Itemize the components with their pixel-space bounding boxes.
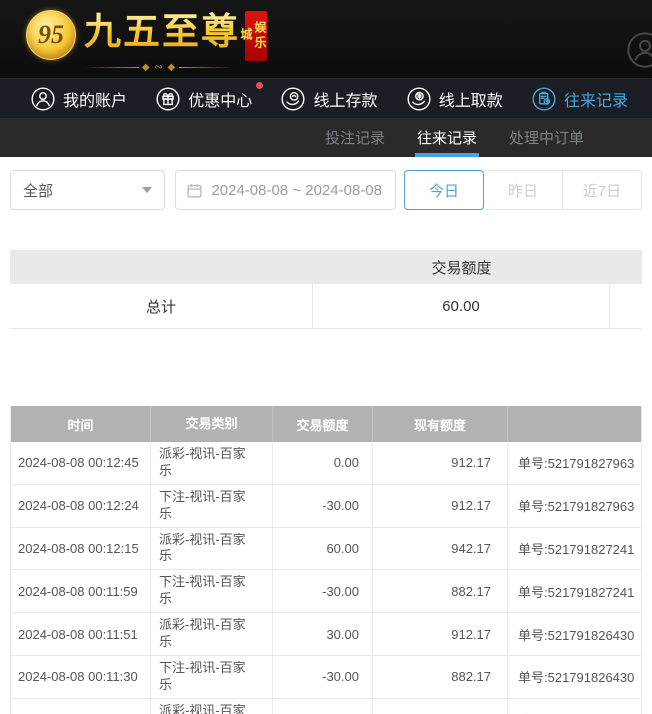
nav-item-label: 优惠中心	[188, 87, 252, 111]
logo-monogram: 95	[38, 20, 64, 50]
record-icon	[531, 86, 557, 112]
cell-type: 派彩-视讯-百家乐	[151, 528, 273, 570]
tab-0[interactable]: 投注记录	[325, 118, 385, 157]
cell-order: 单号:521791827963	[508, 485, 641, 527]
cell-balance: 942.17	[373, 528, 508, 570]
cell-amount: 30.00	[273, 613, 373, 655]
cell-balance: 912.17	[373, 442, 508, 484]
cell-type: 派彩-视讯-百家乐	[151, 442, 273, 484]
cell-order: 单号:521791827963	[508, 442, 641, 484]
nav-item-user[interactable]: 我的账户	[30, 86, 127, 112]
cell-time: 2024-08-08 00:12:24	[11, 485, 151, 527]
summary-header-row: 交易额度	[10, 250, 642, 284]
site-header: 95 九五至尊 娱乐城 ◆ ∾ ◆	[0, 0, 652, 78]
cell-balance: 912.17	[373, 699, 508, 714]
nav-item-label: 线上存款	[313, 87, 377, 111]
range-button-0[interactable]: 今日	[404, 170, 484, 210]
table-row: 2024-08-08 00:11:21派彩-视讯-百家乐60.00912.17单…	[11, 699, 641, 714]
cell-balance: 882.17	[373, 570, 508, 612]
summary-header-label: 交易额度	[313, 257, 610, 278]
logo-flourish: ◆ ∾ ◆	[84, 62, 234, 73]
column-header-0: 时间	[11, 406, 151, 442]
date-range-value: 2024-08-08 ~ 2024-08-08	[211, 182, 382, 199]
cell-order: 单号:521791827241	[508, 570, 641, 612]
cell-balance: 912.17	[373, 485, 508, 527]
cell-amount: -30.00	[273, 485, 373, 527]
nav-item-label: 往来记录	[564, 87, 628, 111]
filter-row: 全部 2024-08-08 ~ 2024-08-08 今日昨日近7日	[10, 170, 642, 210]
cell-time: 2024-08-08 00:11:59	[11, 570, 151, 612]
summary-total-row: 总计 60.00	[10, 284, 642, 329]
table-row: 2024-08-08 00:12:24下注-视讯-百家乐-30.00912.17…	[11, 485, 641, 528]
cell-order: 单号:521791826430	[508, 613, 641, 655]
content-area: 全部 2024-08-08 ~ 2024-08-08 今日昨日近7日 交易额度 …	[0, 170, 652, 714]
cell-time: 2024-08-08 00:12:45	[11, 442, 151, 484]
site-logo[interactable]: 95 九五至尊 娱乐城 ◆ ∾ ◆	[26, 6, 267, 73]
transactions-body: 2024-08-08 00:12:45派彩-视讯-百家乐0.00912.17单号…	[11, 442, 641, 714]
range-button-1[interactable]: 昨日	[483, 170, 563, 210]
cell-balance: 912.17	[373, 613, 508, 655]
quick-range-group: 今日昨日近7日	[404, 170, 642, 210]
cell-amount: -30.00	[273, 570, 373, 612]
table-row: 2024-08-08 00:11:30下注-视讯-百家乐-30.00882.17…	[11, 656, 641, 699]
gift-icon	[155, 86, 181, 112]
transactions-table: 时间交易类别交易额度现有额度 2024-08-08 00:12:45派彩-视讯-…	[10, 406, 642, 714]
cell-type: 派彩-视讯-百家乐	[151, 613, 273, 655]
cell-amount: 60.00	[273, 699, 373, 714]
summary-total-label: 总计	[10, 284, 313, 328]
logo-coin-icon: 95	[26, 10, 76, 60]
cell-order: 单号:521791826430	[508, 656, 641, 698]
cell-order: 单号:521791825539	[508, 699, 641, 714]
cell-type: 下注-视讯-百家乐	[151, 485, 273, 527]
tab-1[interactable]: 往来记录	[417, 118, 477, 157]
nav-item-label: 我的账户	[63, 87, 127, 111]
chevron-down-icon	[142, 187, 152, 193]
cell-amount: -30.00	[273, 656, 373, 698]
column-header-1: 交易类别	[151, 406, 273, 442]
column-header-4	[508, 406, 641, 442]
cell-balance: 882.17	[373, 656, 508, 698]
summary-table: 交易额度 总计 60.00	[10, 250, 642, 329]
cell-type: 下注-视讯-百家乐	[151, 656, 273, 698]
user-icon	[30, 86, 56, 112]
cell-type: 派彩-视讯-百家乐	[151, 699, 273, 714]
nav-item-gift[interactable]: 优惠中心	[155, 86, 252, 112]
nav-item-label: 线上取款	[439, 87, 503, 111]
cell-time: 2024-08-08 00:11:21	[11, 699, 151, 714]
column-header-3: 现有额度	[373, 406, 508, 442]
table-row: 2024-08-08 00:11:51派彩-视讯-百家乐30.00912.17单…	[11, 613, 641, 656]
category-select-value: 全部	[23, 180, 53, 201]
deposit-icon	[280, 86, 306, 112]
calendar-icon	[186, 182, 203, 199]
cell-amount: 0.00	[273, 442, 373, 484]
tab-2[interactable]: 处理中订单	[509, 118, 584, 157]
cell-time: 2024-08-08 00:11:51	[11, 613, 151, 655]
transactions-header: 时间交易类别交易额度现有额度	[11, 406, 641, 442]
user-avatar-icon[interactable]	[625, 30, 652, 75]
cell-time: 2024-08-08 00:12:15	[11, 528, 151, 570]
brand-name: 九五至尊	[84, 6, 240, 54]
cell-type: 下注-视讯-百家乐	[151, 570, 273, 612]
table-row: 2024-08-08 00:12:15派彩-视讯-百家乐60.00942.17单…	[11, 528, 641, 571]
table-row: 2024-08-08 00:12:45派彩-视讯-百家乐0.00912.17单号…	[11, 442, 641, 485]
column-header-2: 交易额度	[273, 406, 373, 442]
table-row: 2024-08-08 00:11:59下注-视讯-百家乐-30.00882.17…	[11, 570, 641, 613]
cell-amount: 60.00	[273, 528, 373, 570]
summary-total-value: 60.00	[313, 284, 610, 328]
notification-dot	[256, 82, 263, 89]
nav-item-deposit[interactable]: 线上存款	[280, 86, 377, 112]
nav-item-record[interactable]: 往来记录	[531, 86, 628, 112]
brand-tag: 娱乐城	[245, 11, 267, 61]
record-tabs: 投注记录往来记录处理中订单	[0, 118, 652, 157]
date-range-input[interactable]: 2024-08-08 ~ 2024-08-08	[175, 170, 396, 210]
range-button-2[interactable]: 近7日	[562, 170, 642, 210]
nav-item-withdraw[interactable]: 线上取款	[406, 86, 503, 112]
withdraw-icon	[406, 86, 432, 112]
main-nav: 我的账户 优惠中心 线上存款 线上取款 往来记录	[0, 78, 652, 118]
cell-time: 2024-08-08 00:11:30	[11, 656, 151, 698]
category-select[interactable]: 全部	[10, 170, 165, 210]
cell-order: 单号:521791827241	[508, 528, 641, 570]
